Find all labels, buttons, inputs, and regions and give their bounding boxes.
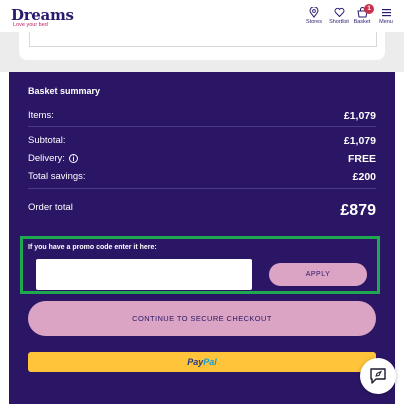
delivery-value: FREE <box>347 153 376 165</box>
divider <box>28 188 376 189</box>
nav-stores-label: Stores <box>306 19 322 25</box>
subtotal-row: Subtotal: £1,079 <box>28 135 376 147</box>
basket-summary-panel: Basket summary Items: £1,079 Subtotal: £… <box>9 72 395 404</box>
order-total-label: Order total <box>28 202 73 213</box>
savings-value: £200 <box>352 171 376 183</box>
apply-promo-button[interactable]: APPLY <box>268 262 368 287</box>
subtotal-value: £1,079 <box>343 135 376 147</box>
nav-menu-label: Menu <box>379 19 393 25</box>
logo-tagline: Love your bed <box>13 22 48 28</box>
basket-summary-title: Basket summary <box>28 86 101 96</box>
nav-basket-label: Basket <box>353 19 371 25</box>
subtotal-label: Subtotal: <box>28 135 66 146</box>
order-total-row: Order total £879 <box>28 202 376 219</box>
paypal-logo-pal: Pal <box>203 357 217 367</box>
savings-label: Total savings: <box>28 171 86 182</box>
promo-code-label: If you have a promo code enter it here: <box>28 244 157 251</box>
hamburger-icon <box>381 9 391 17</box>
nav-menu[interactable]: Menu <box>373 7 399 25</box>
nav-stores[interactable]: Stores <box>301 7 327 25</box>
site-header: Dreams Love your bed Stores Shortlist 1 … <box>0 0 404 33</box>
chat-button[interactable] <box>360 358 396 394</box>
continue-checkout-button[interactable]: CONTINUE TO SECURE CHECKOUT <box>28 301 376 336</box>
paypal-button[interactable]: PayPal <box>28 352 376 372</box>
paypal-logo-pay: Pay <box>187 357 204 367</box>
savings-row: Total savings: £200 <box>28 171 376 183</box>
previous-section-field <box>29 32 377 47</box>
delivery-label: Delivery: <box>28 153 65 164</box>
previous-section-card <box>19 32 385 60</box>
items-label: Items: <box>28 110 54 121</box>
info-icon[interactable]: i <box>68 153 78 163</box>
nav-basket[interactable]: 1 Basket <box>349 4 375 25</box>
promo-code-input[interactable] <box>36 259 252 290</box>
chat-icon <box>370 368 386 384</box>
order-total-value: £879 <box>340 202 376 219</box>
delivery-row: Delivery: i FREE <box>28 153 376 165</box>
location-pin-icon <box>309 7 319 18</box>
items-value: £1,079 <box>343 110 376 122</box>
divider <box>28 126 376 127</box>
items-row: Items: £1,079 <box>28 110 376 122</box>
heart-icon <box>334 7 344 18</box>
